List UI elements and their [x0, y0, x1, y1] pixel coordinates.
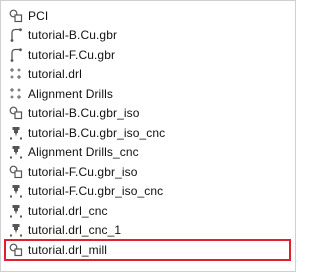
gerber-icon — [9, 28, 23, 43]
geometry-icon — [9, 9, 23, 23]
cnc-icon — [9, 204, 23, 218]
list-item-selected[interactable]: tutorial.drl_mill — [4, 239, 293, 261]
list-item[interactable]: PCI — [5, 6, 293, 26]
list-item[interactable]: tutorial-F.Cu.gbr — [5, 45, 293, 65]
list-item[interactable]: tutorial-F.Cu.gbr_iso — [5, 162, 293, 182]
item-label: Alignment Drills — [28, 86, 113, 101]
item-label: tutorial.drl_cnc — [28, 203, 108, 218]
project-objects-panel: PCI tutorial-B.Cu.gbr tutorial-F.Cu.gbr … — [0, 0, 296, 272]
item-label: tutorial-F.Cu.gbr — [28, 47, 116, 62]
list-item[interactable]: tutorial.drl_cnc_1 — [5, 221, 293, 241]
cnc-icon — [9, 223, 23, 237]
list-item[interactable]: tutorial-B.Cu.gbr — [5, 26, 293, 46]
drill-icon — [9, 87, 23, 101]
list-item[interactable]: Alignment Drills_cnc — [5, 143, 293, 163]
item-label: tutorial-F.Cu.gbr_iso — [28, 164, 138, 179]
item-label: Alignment Drills_cnc — [28, 145, 139, 160]
item-label: tutorial-B.Cu.gbr — [28, 28, 118, 43]
list-item[interactable]: tutorial-F.Cu.gbr_iso_cnc — [5, 182, 293, 202]
geometry-icon — [9, 106, 23, 120]
item-label: tutorial.drl_cnc_1 — [28, 223, 122, 238]
list-item[interactable]: tutorial.drl_cnc — [5, 201, 293, 221]
geometry-icon — [9, 165, 23, 179]
item-label: tutorial.drl_mill — [28, 242, 108, 257]
list-item[interactable]: Alignment Drills — [5, 84, 293, 104]
cnc-icon — [9, 145, 23, 159]
object-list: PCI tutorial-B.Cu.gbr tutorial-F.Cu.gbr … — [4, 6, 293, 261]
cnc-icon — [9, 126, 23, 140]
item-label: tutorial.drl — [28, 67, 82, 82]
item-label: tutorial-B.Cu.gbr_iso — [28, 106, 140, 121]
list-item[interactable]: tutorial-B.Cu.gbr_iso — [5, 104, 293, 124]
item-label: PCI — [28, 8, 49, 23]
list-item[interactable]: tutorial-B.Cu.gbr_iso_cnc — [5, 123, 293, 143]
cnc-icon — [9, 184, 23, 198]
item-label: tutorial-F.Cu.gbr_iso_cnc — [28, 184, 164, 199]
geometry-icon — [9, 243, 23, 257]
drill-icon — [9, 67, 23, 81]
item-label: tutorial-B.Cu.gbr_iso_cnc — [28, 125, 166, 140]
gerber-icon — [9, 48, 23, 62]
list-item[interactable]: tutorial.drl — [5, 65, 293, 85]
